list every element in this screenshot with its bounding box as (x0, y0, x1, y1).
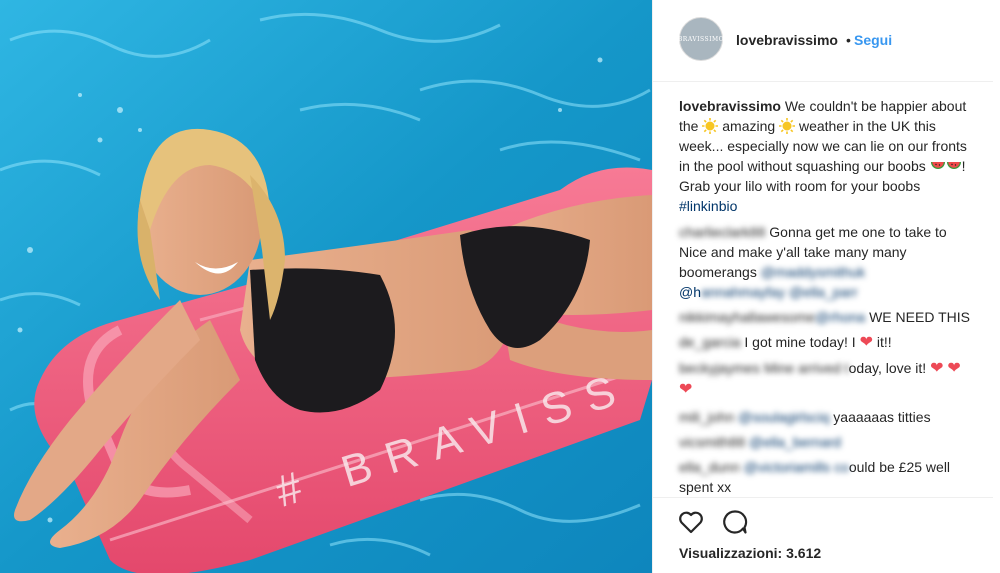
heart-emoji-icon: ❤ (679, 381, 693, 398)
mention-link[interactable]: annahmayfay @ella_parr (701, 284, 858, 300)
comment-item: de_garcia I got mine today! I ❤ it!! (679, 334, 892, 351)
comment-item: mili_john @soulagirlsciq yaaaaaas tittie… (679, 409, 931, 425)
post-header: BRAVISSIMO lovebravissimo • Segui (653, 0, 993, 82)
comments-list: lovebravissimo We couldn't be happier ab… (679, 96, 975, 497)
sun-icon (702, 118, 719, 134)
comment-item: beckyjaymes Mine arrived today, love it!… (679, 360, 961, 398)
comment-username[interactable]: beckyjaymes (679, 360, 760, 376)
heart-emoji-icon: ❤ (859, 334, 873, 351)
mention-link[interactable]: @rhona (815, 309, 865, 325)
watermelon-icon (930, 162, 945, 169)
post-photo[interactable]: # BRAVISS (0, 0, 652, 573)
caption-username[interactable]: lovebravissimo (679, 98, 781, 114)
mention-link[interactable]: @ella_bernard (749, 434, 841, 450)
views-number: 3.612 (786, 545, 822, 561)
sun-icon (779, 118, 796, 134)
avatar-logo: BRAVISSIMO (677, 35, 725, 43)
mention-link[interactable]: @h (679, 284, 701, 300)
comment-username[interactable]: nikkimayhallawesome (679, 309, 815, 325)
mention-link[interactable]: @maddysmithuk (761, 264, 865, 280)
comment-item: vicsmith88 @ella_bernard (679, 432, 975, 452)
divider (653, 497, 993, 498)
header-separator: • (846, 32, 851, 48)
views-count: Visualizzazioni: 3.612 (679, 545, 821, 561)
hashtag-link[interactable]: #linkinbio (679, 198, 737, 214)
caption: lovebravissimo We couldn't be happier ab… (679, 98, 967, 214)
comment-username[interactable]: charlieclark88 (679, 224, 765, 240)
watermelon-icon (946, 162, 961, 169)
post-details-panel: BRAVISSIMO lovebravissimo • Segui lovebr… (652, 0, 1000, 573)
comment-username[interactable]: de_garcia (679, 334, 741, 350)
heart-emoji-icon: ❤ (930, 360, 944, 377)
follow-button[interactable]: Segui (854, 32, 892, 48)
comment-item: nikkimayhallawesome@rhona WE NEED THIS (679, 309, 970, 325)
speech-bubble-icon[interactable] (721, 508, 749, 536)
comment-item: ella_dunn @victoriamills coould be £25 w… (679, 459, 951, 495)
heart-emoji-icon: ❤ (947, 360, 961, 377)
author-username[interactable]: lovebravissimo (736, 32, 838, 48)
comment-blurred-text: Mine arrived t (763, 360, 849, 376)
mention-link[interactable]: @soulagirlsciq (738, 409, 829, 425)
heart-outline-icon[interactable] (677, 508, 705, 536)
avatar[interactable]: BRAVISSIMO (677, 17, 725, 61)
mention-link[interactable]: @victoriamills co (744, 459, 849, 475)
comment-username[interactable]: ella_dunn (679, 459, 740, 475)
views-label: Visualizzazioni: (679, 545, 783, 561)
comment-username[interactable]: mili_john (679, 409, 734, 425)
comment-item: charlieclark88 Gonna get me one to take … (679, 224, 947, 300)
comment-username[interactable]: vicsmith88 (679, 434, 745, 450)
